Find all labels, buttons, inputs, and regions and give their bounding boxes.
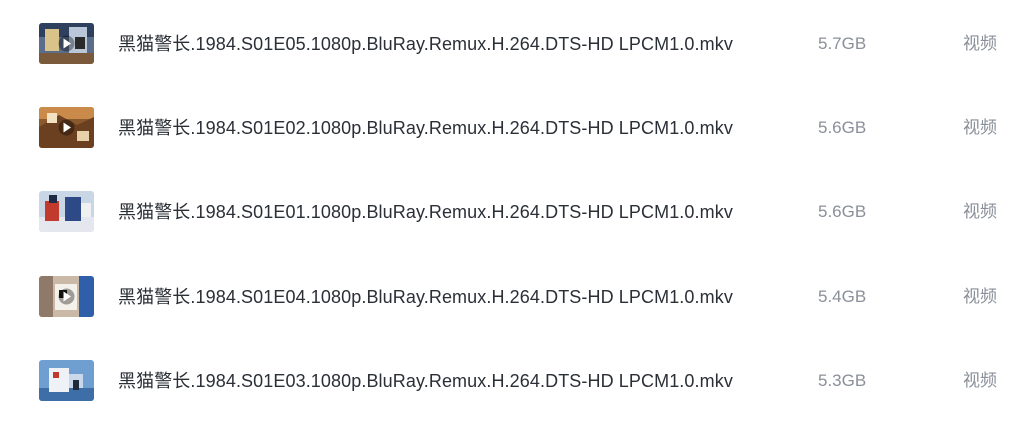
file-type: 视频: [963, 202, 997, 221]
file-list: 黑猫警长.1984.S01E05.1080p.BluRay.Remux.H.26…: [0, 0, 1024, 430]
file-row[interactable]: 黑猫警长.1984.S01E05.1080p.BluRay.Remux.H.26…: [0, 2, 1024, 86]
file-size: 5.6GB: [818, 118, 867, 137]
file-row[interactable]: 黑猫警长.1984.S01E03.1080p.BluRay.Remux.H.26…: [0, 339, 1024, 423]
file-name: 黑猫警长.1984.S01E05.1080p.BluRay.Remux.H.26…: [118, 34, 733, 54]
file-name: 黑猫警长.1984.S01E04.1080p.BluRay.Remux.H.26…: [118, 287, 733, 307]
file-size: 5.4GB: [818, 287, 867, 306]
file-name: 黑猫警长.1984.S01E02.1080p.BluRay.Remux.H.26…: [118, 118, 733, 138]
file-row[interactable]: 黑猫警长.1984.S01E04.1080p.BluRay.Remux.H.26…: [0, 255, 1024, 339]
file-type: 视频: [963, 118, 997, 137]
video-thumbnail-icon[interactable]: [39, 107, 94, 148]
file-size: 5.3GB: [818, 371, 867, 390]
file-size: 5.6GB: [818, 202, 867, 221]
video-thumbnail-icon[interactable]: [39, 23, 94, 64]
file-name: 黑猫警长.1984.S01E03.1080p.BluRay.Remux.H.26…: [118, 371, 733, 391]
file-type: 视频: [963, 371, 997, 390]
file-size: 5.7GB: [818, 34, 867, 53]
video-thumbnail-icon[interactable]: [39, 360, 94, 401]
file-row[interactable]: 黑猫警长.1984.S01E01.1080p.BluRay.Remux.H.26…: [0, 170, 1024, 254]
file-name: 黑猫警长.1984.S01E01.1080p.BluRay.Remux.H.26…: [118, 202, 733, 222]
video-thumbnail-icon[interactable]: [39, 276, 94, 317]
video-thumbnail-icon[interactable]: [39, 191, 94, 232]
file-type: 视频: [963, 287, 997, 306]
file-row[interactable]: 黑猫警长.1984.S01E02.1080p.BluRay.Remux.H.26…: [0, 86, 1024, 170]
file-type: 视频: [963, 34, 997, 53]
